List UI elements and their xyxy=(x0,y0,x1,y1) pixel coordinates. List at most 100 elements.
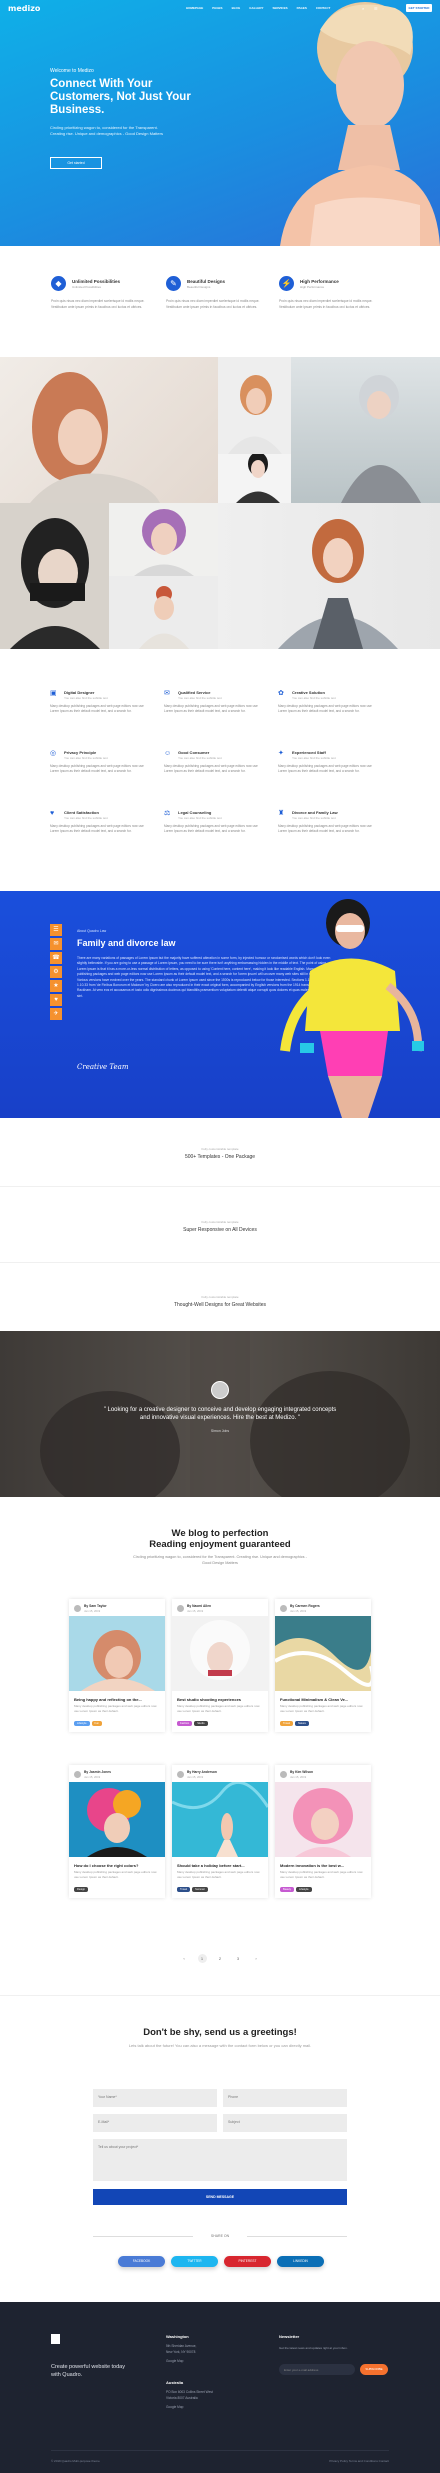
post-tags: Lifestyle Fun xyxy=(74,1721,102,1726)
menu-icon[interactable]: ☰ xyxy=(374,6,378,11)
testimonial-text: " Looking for a creative designer to con… xyxy=(103,1407,337,1421)
share-twitter-button[interactable]: TWITTER xyxy=(171,2256,218,2267)
tag[interactable]: Studio xyxy=(194,1721,208,1726)
post-title[interactable]: Modern innovation is the best w... xyxy=(280,1863,344,1868)
avatar xyxy=(74,1771,81,1778)
footer: Create powerful website today with Quadr… xyxy=(0,2302,440,2473)
newsletter-email-input[interactable]: Enter your e-mail address xyxy=(279,2364,355,2375)
page-link[interactable]: 2 xyxy=(216,1954,225,1963)
share-facebook-button[interactable]: FACEBOOK xyxy=(118,2256,165,2267)
gallery-image[interactable] xyxy=(218,503,440,649)
blog-title: We blog to perfection Reading enjoyment … xyxy=(149,1528,291,1550)
hero-get-started-button[interactable]: Get started xyxy=(50,157,102,169)
gallery-image[interactable] xyxy=(109,576,218,649)
blog-card[interactable]: By Sam Taylor Jan 15, 2019 Being happy a… xyxy=(69,1599,165,1732)
name-field[interactable]: Your Name* xyxy=(93,2089,217,2107)
gallery-image[interactable] xyxy=(109,503,218,576)
post-author[interactable]: By Kim Wilson xyxy=(290,1770,313,1774)
nav-link[interactable]: BLOG xyxy=(232,6,241,10)
copyright-text: © 2019 Quadro Multi-purpose theme xyxy=(51,2459,100,2463)
google-map-link[interactable]: Google Map xyxy=(166,2359,226,2365)
post-image[interactable] xyxy=(275,1782,371,1857)
search-icon[interactable]: ⌕ xyxy=(362,6,364,11)
send-message-button[interactable]: SEND MESSAGE xyxy=(93,2189,347,2205)
tag[interactable]: Design xyxy=(74,1887,89,1892)
contact-subtitle: Lets talk about the future! You can also… xyxy=(128,2043,312,2048)
get-started-button[interactable]: GET STARTED xyxy=(406,4,432,12)
blog-subtitle: Circling prioritizing wagon to, consider… xyxy=(133,1555,307,1565)
blog-card[interactable]: By Carmen Rogers Jan 15, 2019 Functional… xyxy=(275,1599,371,1732)
post-author[interactable]: By Harry Anderson xyxy=(187,1770,217,1774)
rail-gear-icon[interactable]: ⚙ xyxy=(50,966,62,978)
post-title[interactable]: Should take a holiday before start... xyxy=(177,1863,245,1868)
next-page-icon[interactable]: › xyxy=(252,1954,261,1963)
share-label: SHARE ON xyxy=(210,2234,230,2238)
prev-page-icon[interactable]: ‹ xyxy=(180,1954,189,1963)
gallery-image[interactable] xyxy=(0,357,218,503)
blog-card[interactable]: By Jasmin Jones Jan 15, 2019 How do I ch… xyxy=(69,1765,165,1898)
feature-icon: ◆ xyxy=(51,276,66,291)
gallery-image[interactable] xyxy=(218,454,291,503)
blog-card[interactable]: By Naomi Allen Jan 15, 2019 Best studio … xyxy=(172,1599,268,1732)
mail-icon: ✉ xyxy=(164,690,170,697)
rail-heart-icon[interactable]: ♥ xyxy=(50,994,62,1006)
nav-link[interactable]: GALLERY xyxy=(249,6,263,10)
google-map-link[interactable]: Google Map xyxy=(166,2405,226,2411)
post-title[interactable]: Functional Minimalism & Clean Ve... xyxy=(280,1697,348,1702)
phone-field[interactable]: Phone xyxy=(223,2089,347,2107)
tag[interactable]: Fashion xyxy=(177,1721,193,1726)
tag[interactable]: Nature xyxy=(295,1721,309,1726)
blog-card[interactable]: By Harry Anderson Jan 15, 2019 Should ta… xyxy=(172,1765,268,1898)
nav-link[interactable]: PAGES xyxy=(212,6,222,10)
share-linkedin-button[interactable]: LINKEDIN xyxy=(277,2256,324,2267)
avatar xyxy=(280,1605,287,1612)
post-image[interactable] xyxy=(172,1616,268,1691)
tag[interactable]: Lifestyle xyxy=(74,1721,90,1726)
tag[interactable]: Lifestyle xyxy=(296,1887,312,1892)
post-author[interactable]: By Naomi Allen xyxy=(187,1604,211,1608)
post-author[interactable]: By Jasmin Jones xyxy=(84,1770,111,1774)
site-logo[interactable]: medizo xyxy=(8,4,40,13)
post-title[interactable]: How do I choose the right colors? xyxy=(74,1863,138,1868)
rail-phone-icon[interactable]: ☎ xyxy=(50,952,62,964)
subscribe-button[interactable]: SUBSCRIBE xyxy=(360,2364,388,2375)
hero-pretitle: Welcome to Medizo xyxy=(50,68,94,74)
email-field[interactable]: E-Mail* xyxy=(93,2114,217,2132)
gallery-image[interactable] xyxy=(291,357,440,503)
rail-mail-icon[interactable]: ✉ xyxy=(50,938,62,950)
tag[interactable]: Travel xyxy=(177,1887,191,1892)
blog-card[interactable]: By Kim Wilson Jan 15, 2019 Modern innova… xyxy=(275,1765,371,1898)
post-image[interactable] xyxy=(69,1616,165,1691)
page-link[interactable]: 3 xyxy=(234,1954,243,1963)
post-date: Jan 15, 2019 xyxy=(187,1775,204,1779)
post-image[interactable] xyxy=(69,1782,165,1857)
gallery-image[interactable] xyxy=(218,357,291,454)
post-author[interactable]: By Carmen Rogers xyxy=(290,1604,320,1608)
rail-plane-icon[interactable]: ✈ xyxy=(50,1008,62,1020)
footer-links[interactable]: Privacy Policy Terms and Conditions Cont… xyxy=(329,2459,389,2463)
service-title: Privacy Principle xyxy=(64,750,97,755)
rail-star-icon[interactable]: ★ xyxy=(50,980,62,992)
nav-link[interactable]: SERVICES xyxy=(272,6,287,10)
rail-menu-icon[interactable]: ☰ xyxy=(50,924,62,936)
post-title[interactable]: Being happy and reflecting on the... xyxy=(74,1697,142,1702)
nav-link[interactable]: PAGES xyxy=(297,6,307,10)
gallery-image[interactable] xyxy=(0,503,109,649)
section-divider xyxy=(0,1186,440,1187)
nav-link[interactable]: CONTACT xyxy=(316,6,330,10)
share-pinterest-button[interactable]: PINTEREST xyxy=(224,2256,271,2267)
nav-link[interactable]: HOMEPAGE xyxy=(186,6,203,10)
tag[interactable]: Travel xyxy=(280,1721,294,1726)
tag[interactable]: Beauty xyxy=(280,1887,295,1892)
page-link[interactable]: 1 xyxy=(197,1954,207,1963)
post-author[interactable]: By Sam Taylor xyxy=(84,1604,107,1608)
tag[interactable]: Fun xyxy=(91,1721,102,1726)
footer-logo-icon[interactable] xyxy=(51,2334,60,2344)
subject-field[interactable]: Subject xyxy=(223,2114,347,2132)
post-title[interactable]: Best studio shooting experiences xyxy=(177,1697,241,1702)
service-description: Many desktop publishing packages and web… xyxy=(50,824,144,834)
post-image[interactable] xyxy=(275,1616,371,1691)
tag[interactable]: Summer xyxy=(192,1887,208,1892)
message-textarea[interactable]: Tell us about your project* xyxy=(93,2139,347,2181)
post-image[interactable] xyxy=(172,1782,268,1857)
